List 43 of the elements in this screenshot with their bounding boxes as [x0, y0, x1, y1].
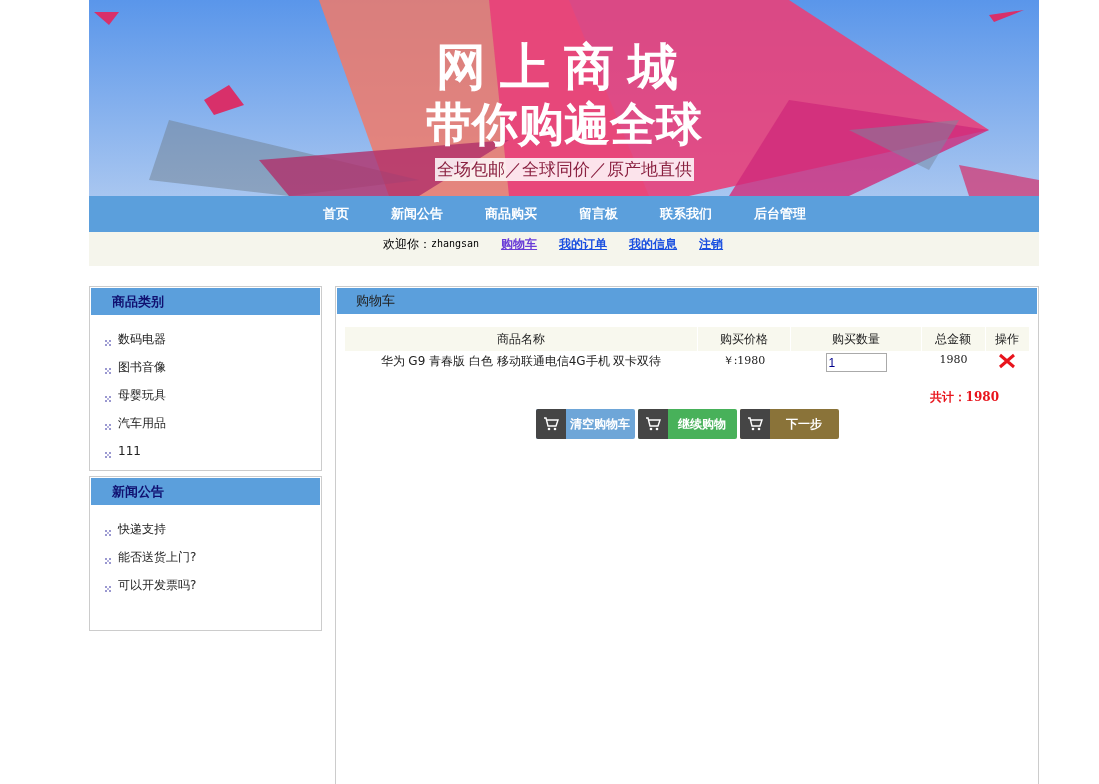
total-cell-text: 1980 [938, 352, 969, 368]
bullet-icon [105, 424, 112, 430]
bullet-icon [105, 586, 112, 592]
user-link[interactable]: 我的订单 [559, 236, 608, 253]
sidebar-link[interactable]: 母婴玩具 [118, 386, 166, 404]
banner-title: 网上商城 [436, 38, 692, 96]
column-header: 购买数量 [791, 327, 921, 351]
column-header: 操作 [985, 327, 1029, 351]
price-cell-text: ￥:1980 [721, 353, 767, 369]
sidebar-link[interactable]: 111 [118, 444, 141, 458]
banner-tagline: 全场包邮／全球同价／原产地直供 [434, 158, 694, 181]
sidebar-title: 商品类别 [112, 292, 164, 311]
greeting-text: 欢迎你： [382, 236, 431, 253]
cart-title: 购物车 [356, 292, 395, 310]
sidebar-link[interactable]: 汽车用品 [118, 414, 166, 432]
bullet-icon [105, 530, 112, 536]
quantity-input[interactable]: 1 [825, 353, 887, 372]
column-header: 商品名称 [345, 327, 697, 351]
column-header: 购买价格 [698, 327, 790, 351]
delete-icon[interactable] [998, 353, 1017, 369]
bullet-icon [105, 368, 112, 374]
username-text: zhangsan [430, 238, 480, 249]
user-link[interactable]: 我的信息 [629, 236, 678, 253]
bullet-icon [105, 452, 112, 458]
cart-icon [746, 417, 763, 431]
product-name-cell-text: 华为 G9 青春版 白色 移动联通电信4G手机 双卡双待 [379, 353, 663, 370]
sidebar-link[interactable]: 可以开发票吗? [118, 576, 197, 594]
cart-icon [644, 417, 661, 431]
cart-icon [542, 417, 559, 431]
column-header: 总金额 [922, 327, 985, 351]
bullet-icon [105, 396, 112, 402]
sidebar-link[interactable]: 图书音像 [118, 358, 166, 376]
user-link[interactable]: 注销 [699, 236, 724, 253]
sidebar-link[interactable]: 能否送货上门? [118, 548, 197, 566]
cart-total: 共计：1980 [929, 389, 999, 406]
bullet-icon [105, 340, 112, 346]
bullet-icon [105, 558, 112, 564]
sidebar-title: 新闻公告 [112, 482, 164, 501]
sidebar-link[interactable]: 快递支持 [118, 520, 166, 538]
user-link[interactable]: 购物车 [501, 236, 538, 253]
sidebar-link[interactable]: 数码电器 [118, 330, 166, 348]
banner-headline: 带你购遍全球 [426, 96, 702, 152]
cart-button[interactable]: 下一步 [739, 409, 839, 439]
